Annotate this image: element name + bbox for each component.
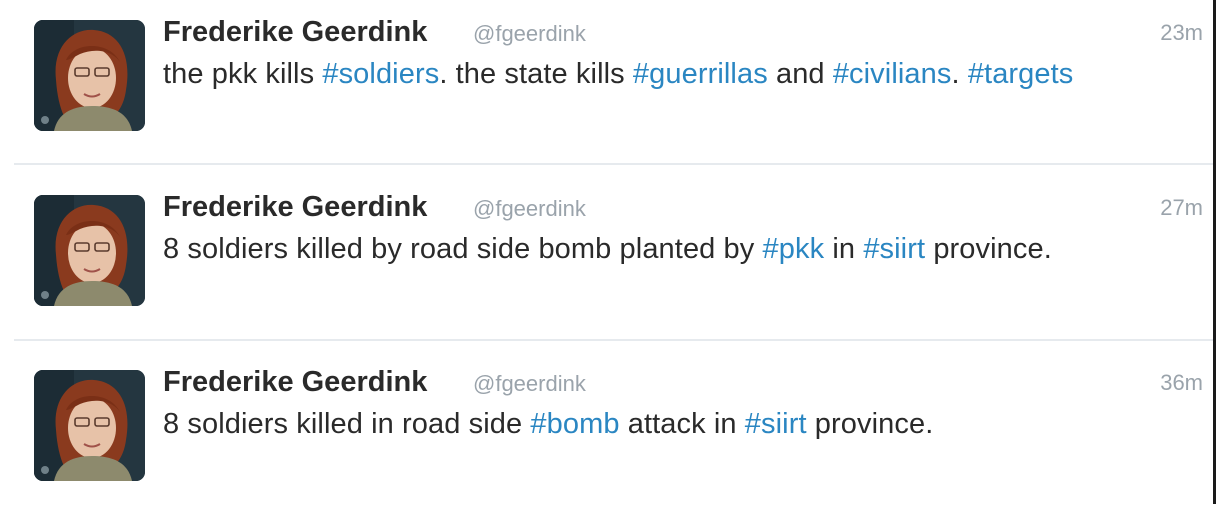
avatar[interactable] [34, 370, 145, 481]
tweet-divider [14, 163, 1213, 165]
profile-photo-icon [34, 20, 145, 131]
hashtag-link[interactable]: #guerrillas [633, 58, 768, 90]
profile-photo-icon [34, 370, 145, 481]
author-name[interactable]: Frederike Geerdink [163, 16, 427, 49]
tweet-timestamp[interactable]: 36m [1160, 370, 1203, 396]
tweet-item[interactable]: Frederike Geerdink @fgeerdink 23m the pk… [0, 0, 1213, 175]
tweet-text: the pkk kills #soldiers. the state kills… [163, 58, 1073, 91]
tweet-text: 8 soldiers killed by road side bomb plan… [163, 233, 1052, 266]
hashtag-link[interactable]: #siirt [863, 233, 925, 265]
author-handle[interactable]: @fgeerdink [473, 196, 586, 222]
hashtag-link[interactable]: #targets [968, 58, 1074, 90]
tweet-text-segment: province. [806, 408, 934, 440]
tweet-text-segment: and [767, 58, 833, 90]
tweet-text-segment: province. [925, 233, 1052, 265]
hashtag-link[interactable]: #bomb [530, 408, 619, 440]
author-handle[interactable]: @fgeerdink [473, 21, 586, 47]
hashtag-link[interactable]: #soldiers [322, 58, 439, 90]
profile-photo-icon [34, 195, 145, 306]
hashtag-link[interactable]: #civilians [833, 58, 952, 90]
avatar[interactable] [34, 195, 145, 306]
tweet-text-segment: . the state kills [439, 58, 633, 90]
tweet-text: 8 soldiers killed in road side #bomb att… [163, 408, 933, 441]
tweet-text-segment: in [824, 233, 864, 265]
tweet-text-segment: . [951, 58, 968, 90]
tweet-timestamp[interactable]: 23m [1160, 20, 1203, 46]
tweet-text-segment: attack in [619, 408, 745, 440]
tweet-timeline: Frederike Geerdink @fgeerdink 23m the pk… [0, 0, 1216, 504]
tweet-timestamp[interactable]: 27m [1160, 195, 1203, 221]
author-name[interactable]: Frederike Geerdink [163, 366, 427, 399]
tweet-divider [14, 339, 1213, 341]
hashtag-link[interactable]: #siirt [745, 408, 807, 440]
tweet-text-segment: 8 soldiers killed in road side [163, 408, 531, 440]
tweet-item[interactable]: Frederike Geerdink @fgeerdink 27m 8 sold… [0, 175, 1213, 350]
tweet-item[interactable]: Frederike Geerdink @fgeerdink 36m 8 sold… [0, 350, 1213, 525]
tweet-text-segment: the pkk kills [163, 58, 323, 90]
avatar[interactable] [34, 20, 145, 131]
author-name[interactable]: Frederike Geerdink [163, 191, 427, 224]
author-handle[interactable]: @fgeerdink [473, 371, 586, 397]
tweet-text-segment: 8 soldiers killed by road side bomb plan… [163, 233, 763, 265]
hashtag-link[interactable]: #pkk [763, 233, 825, 265]
